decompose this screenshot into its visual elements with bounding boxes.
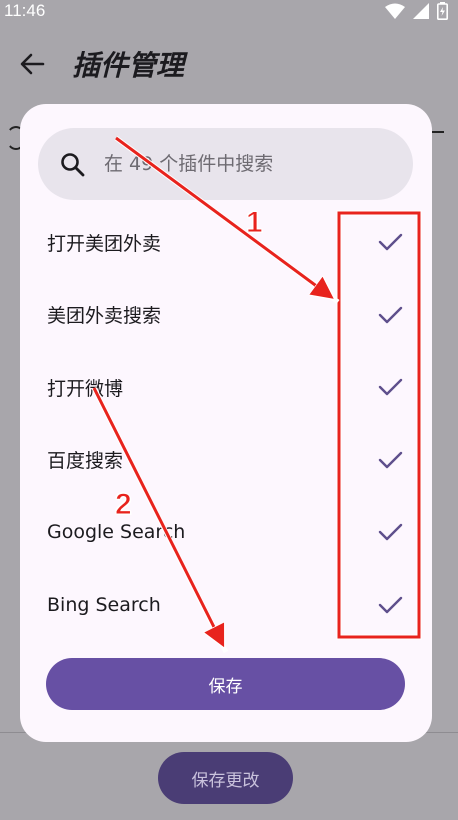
signal-icon	[413, 3, 429, 19]
plugin-label: 百度搜索	[47, 450, 124, 473]
back-arrow-icon[interactable]	[18, 50, 46, 78]
background-icon	[432, 131, 444, 133]
list-item[interactable]: 百度搜索	[20, 424, 432, 497]
list-item[interactable]: Google Search	[20, 496, 432, 569]
plugin-label: Google Search	[47, 521, 186, 544]
plugin-label: 打开微博	[47, 377, 124, 400]
check-icon[interactable]	[376, 228, 404, 256]
page-title: 插件管理	[72, 49, 185, 82]
list-item[interactable]: Bing Search	[20, 569, 432, 642]
plugin-list: 打开美团外卖 美团外卖搜索 打开微博 百度搜索 Google Search Bi…	[20, 206, 432, 641]
save-button[interactable]: 保存	[46, 658, 405, 710]
list-item[interactable]: 打开美团外卖	[20, 206, 432, 279]
app-bar: 插件管理	[0, 36, 458, 92]
annotation-number: 2	[115, 488, 133, 522]
search-icon	[61, 153, 85, 177]
battery-icon	[437, 2, 448, 20]
status-icons	[385, 2, 448, 20]
list-item[interactable]: 打开微博	[20, 351, 432, 424]
check-icon[interactable]	[376, 301, 404, 329]
plugin-select-dialog: 打开美团外卖 美团外卖搜索 打开微博 百度搜索 Google Search Bi…	[20, 104, 432, 742]
plugin-label: 美团外卖搜索	[47, 305, 162, 328]
plugin-label: Bing Search	[47, 593, 161, 616]
check-icon[interactable]	[376, 446, 404, 474]
plugin-label: 打开美团外卖	[47, 232, 162, 255]
wifi-icon	[385, 3, 405, 19]
list-item[interactable]: 美团外卖搜索	[20, 279, 432, 352]
check-icon[interactable]	[376, 373, 404, 401]
check-icon[interactable]	[376, 591, 404, 619]
annotation-number: 1	[246, 206, 264, 240]
status-bar: 11:46	[0, 0, 458, 24]
search-bar[interactable]	[38, 128, 413, 200]
save-changes-button[interactable]: 保存更改	[158, 752, 293, 804]
status-time: 11:46	[4, 1, 46, 20]
check-icon[interactable]	[376, 518, 404, 546]
search-input[interactable]	[104, 148, 394, 180]
